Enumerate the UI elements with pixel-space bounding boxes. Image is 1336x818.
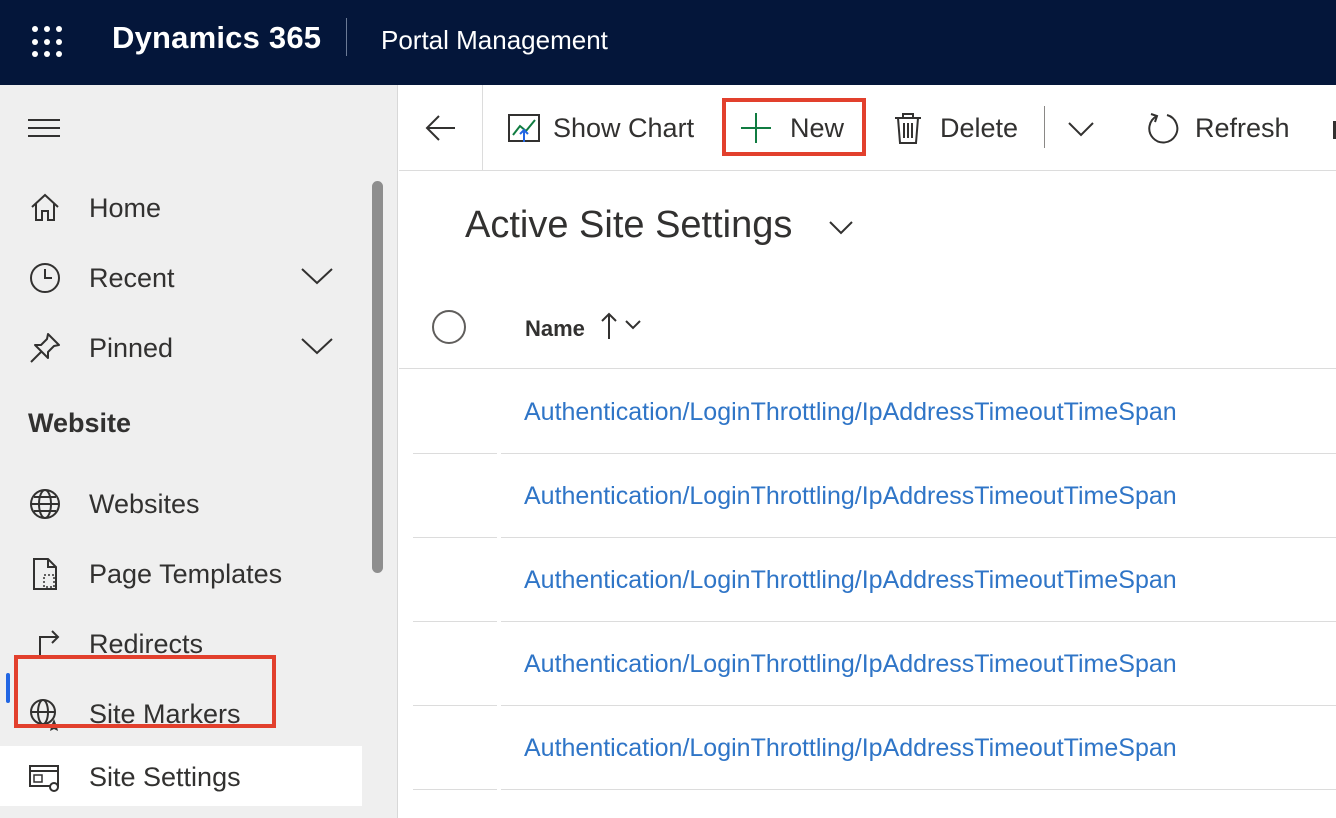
sidebar-item-recent[interactable]: Recent	[0, 247, 362, 307]
table-row[interactable]: Authentication/LoginThrottling/IpAddress…	[399, 706, 1336, 790]
new-button-highlight-box	[722, 98, 866, 156]
view-selector-chevron-icon[interactable]	[826, 214, 856, 240]
clock-icon	[30, 263, 60, 293]
pin-icon	[30, 333, 60, 363]
chevron-down-icon[interactable]	[300, 331, 334, 361]
view-title[interactable]: Active Site Settings	[465, 204, 792, 247]
sidebar-item-label: Page Templates	[89, 559, 283, 589]
chevron-down-icon[interactable]	[300, 261, 334, 291]
sidebar-item-site-settings[interactable]: Site Settings	[0, 746, 362, 806]
product-name[interactable]: Dynamics 365	[112, 20, 321, 56]
record-name-link[interactable]: Authentication/LoginThrottling/IpAddress…	[524, 566, 1177, 595]
row-divider	[501, 789, 1336, 790]
show-chart-label: Show Chart	[553, 113, 695, 143]
back-arrow-icon[interactable]	[423, 111, 459, 145]
top-navigation-bar: Dynamics 365 Portal Management	[0, 0, 1336, 85]
topbar-divider	[346, 18, 347, 56]
sidebar-item-pinned[interactable]: Pinned	[0, 317, 362, 377]
site-settings-icon	[29, 765, 59, 792]
record-name-link[interactable]: Authentication/LoginThrottling/IpAddress…	[524, 734, 1177, 763]
trash-icon	[895, 113, 921, 144]
sidebar-item-label: Home	[89, 193, 162, 223]
sidebar-item-label: Recent	[89, 263, 175, 293]
selected-indicator	[6, 673, 10, 703]
record-name-link[interactable]: Authentication/LoginThrottling/IpAddress…	[524, 482, 1177, 511]
select-all-checkbox[interactable]	[432, 310, 466, 344]
table-row[interactable]: Authentication/LoginThrottling/IpAddress…	[399, 454, 1336, 538]
globe-icon	[30, 489, 60, 519]
sidebar-item-websites[interactable]: Websites	[0, 473, 362, 533]
table-row[interactable]: Authentication/LoginThrottling/IpAddress…	[399, 538, 1336, 622]
refresh-button[interactable]: Refresh	[1147, 85, 1297, 171]
sidebar-item-label: Websites	[89, 489, 200, 519]
sidebar-scrollbar[interactable]	[372, 181, 383, 573]
sidebar-item-page-templates[interactable]: Page Templates	[0, 543, 362, 603]
hamburger-menu-icon[interactable]	[28, 119, 60, 139]
refresh-label: Refresh	[1195, 113, 1290, 143]
sidebar-item-home[interactable]: Home	[0, 177, 362, 237]
table-row[interactable]: Authentication/LoginThrottling/IpAddress…	[399, 370, 1336, 454]
app-name[interactable]: Portal Management	[381, 25, 608, 56]
chevron-down-icon[interactable]	[1067, 118, 1095, 140]
app-launcher-icon[interactable]	[30, 24, 66, 60]
home-icon	[31, 193, 59, 221]
site-settings-highlight-box	[14, 655, 276, 728]
refresh-icon	[1148, 113, 1179, 144]
table-row[interactable]: Authentication/LoginThrottling/IpAddress…	[399, 622, 1336, 706]
column-header-name[interactable]: Name	[525, 316, 585, 342]
command-bar-divider	[482, 85, 483, 171]
chevron-down-icon[interactable]	[623, 315, 643, 335]
record-name-link[interactable]: Authentication/LoginThrottling/IpAddress…	[524, 650, 1177, 679]
sidebar-item-label: Pinned	[89, 333, 174, 363]
record-name-link[interactable]: Authentication/LoginThrottling/IpAddress…	[524, 398, 1177, 427]
show-chart-button[interactable]: Show Chart	[507, 85, 703, 171]
sidebar-item-label: Site Settings	[89, 762, 241, 792]
grid-column-header: Name	[399, 285, 1336, 369]
command-bar: Show Chart New Delete Refresh	[399, 85, 1336, 171]
delete-button[interactable]: Delete	[891, 85, 1031, 171]
row-divider	[413, 789, 497, 790]
delete-label: Delete	[940, 113, 1019, 143]
page-template-icon	[33, 558, 57, 590]
sort-ascending-icon	[601, 312, 617, 339]
sidebar-section-title: Website	[28, 408, 132, 438]
chart-icon	[508, 114, 540, 142]
split-button-divider	[1044, 106, 1045, 148]
